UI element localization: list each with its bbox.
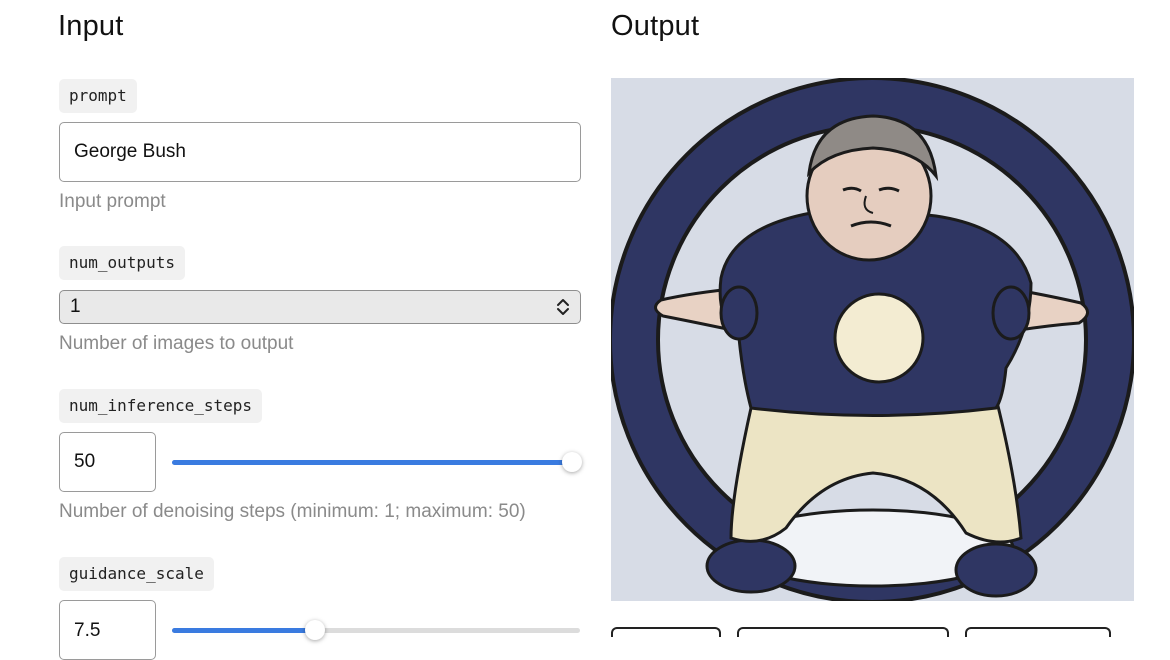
slider-thumb[interactable] — [562, 452, 582, 472]
output-action-button[interactable] — [737, 627, 949, 637]
num-inference-steps-slider[interactable] — [172, 452, 582, 472]
output-action-button[interactable] — [965, 627, 1111, 637]
guidance-scale-value: 7.5 — [74, 620, 101, 641]
prompt-hint: Input prompt — [59, 191, 166, 212]
cartoon-character-image — [608, 76, 1136, 604]
chevron-up-down-icon — [556, 298, 570, 316]
output-image[interactable] — [608, 76, 1136, 604]
num-inference-steps-label: num_inference_steps — [59, 389, 263, 423]
prompt-label: prompt — [59, 79, 137, 113]
guidance-scale-slider[interactable] — [172, 620, 580, 640]
output-action-button[interactable] — [611, 627, 721, 637]
prompt-input-value: George Bush — [74, 141, 186, 162]
num-outputs-hint: Number of images to output — [59, 333, 294, 354]
num-inference-steps-value: 50 — [74, 451, 96, 472]
guidance-scale-label: guidance_scale — [59, 557, 214, 591]
slider-fill — [172, 628, 315, 633]
num-outputs-label: num_outputs — [59, 246, 185, 280]
input-heading: Input — [58, 10, 124, 42]
slider-fill — [172, 460, 572, 465]
slider-thumb[interactable] — [304, 620, 325, 640]
prompt-input[interactable]: George Bush — [59, 122, 581, 182]
num-inference-steps-hint: Number of denoising steps (minimum: 1; m… — [59, 501, 526, 522]
output-heading: Output — [611, 10, 700, 42]
guidance-scale-input[interactable]: 7.5 — [59, 600, 156, 660]
num-outputs-value: 1 — [70, 296, 81, 317]
num-inference-steps-input[interactable]: 50 — [59, 432, 156, 492]
num-outputs-select[interactable]: 1 — [59, 290, 581, 324]
